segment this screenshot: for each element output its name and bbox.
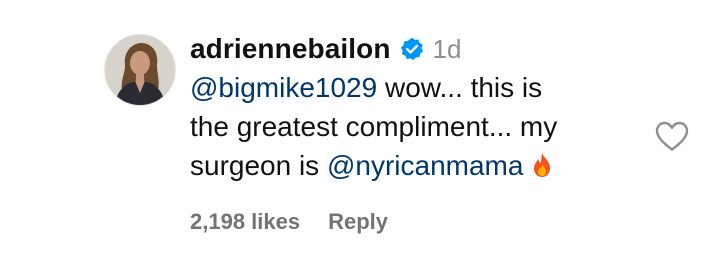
username[interactable]: adriennebailon bbox=[190, 33, 391, 65]
comment: adriennebailon 1d @bigmike1029 wow... th… bbox=[0, 0, 720, 272]
comment-text: @bigmike1029 wow... this is the greatest… bbox=[190, 68, 640, 185]
avatar[interactable] bbox=[104, 34, 176, 106]
comment-content: adriennebailon 1d @bigmike1029 wow... th… bbox=[190, 30, 640, 235]
verified-badge-icon bbox=[399, 36, 425, 62]
comment-time[interactable]: 1d bbox=[433, 34, 462, 65]
reply-button[interactable]: Reply bbox=[328, 209, 388, 235]
mention-link[interactable]: @nyricanmama bbox=[327, 150, 523, 181]
comment-text-part: wow... this is bbox=[377, 72, 543, 103]
comment-line-1: @bigmike1029 wow... this is bbox=[190, 68, 640, 107]
mention-link[interactable]: @bigmike1029 bbox=[190, 72, 377, 103]
comment-line-3: surgeon is @nyricanmama bbox=[190, 146, 640, 185]
fire-emoji-icon bbox=[531, 149, 553, 177]
heart-outline-icon[interactable] bbox=[654, 120, 690, 152]
comment-meta: 2,198 likes Reply bbox=[190, 209, 640, 235]
likes-count[interactable]: 2,198 likes bbox=[190, 209, 300, 235]
comment-header: adriennebailon 1d bbox=[190, 30, 640, 68]
comment-text-part: surgeon is bbox=[190, 150, 327, 181]
comment-line-2: the greatest compliment... my bbox=[190, 111, 558, 142]
